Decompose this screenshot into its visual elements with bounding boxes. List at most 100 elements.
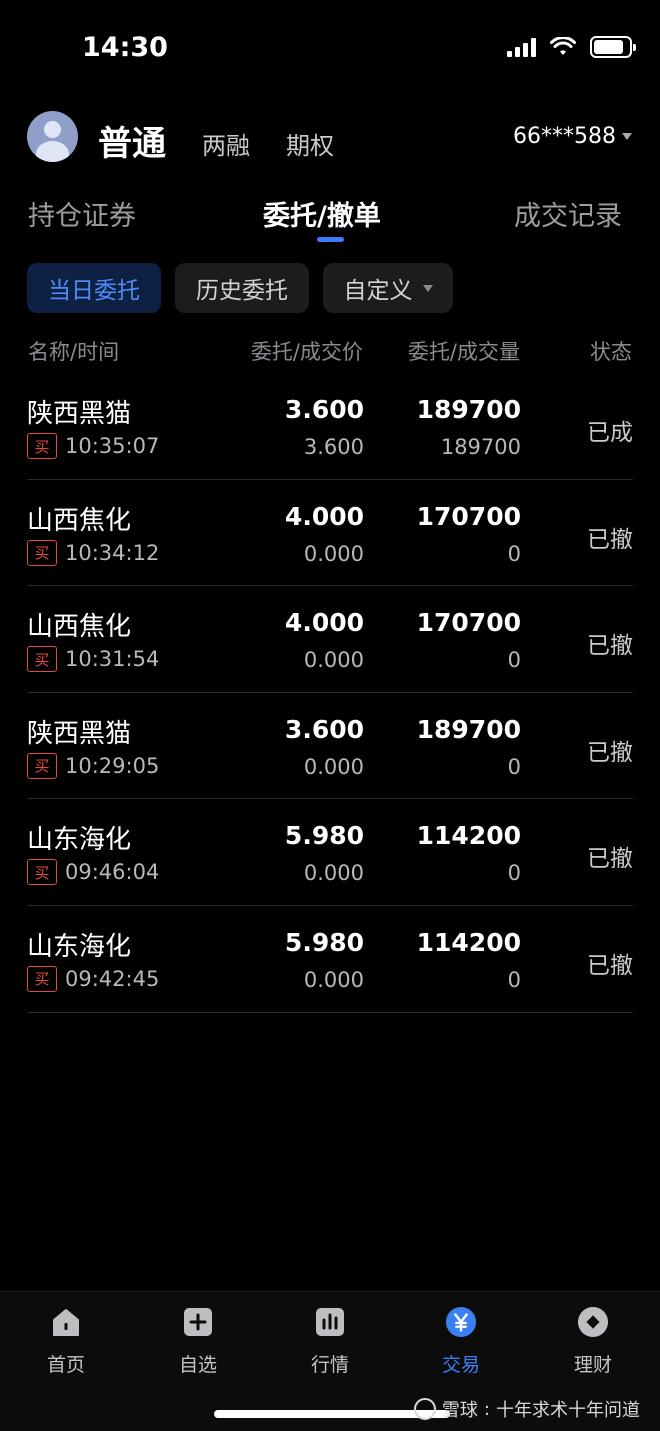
order-qty: 170700: [416, 501, 521, 531]
buy-badge: 买: [27, 646, 57, 673]
snowball-logo-icon: [413, 1398, 436, 1420]
order-qty: 189700: [416, 395, 521, 424]
deal-qty: 0: [507, 648, 521, 673]
status-icons: [507, 36, 636, 58]
order-price: 5.980: [284, 821, 364, 851]
account-number-selector[interactable]: 66***588: [513, 124, 632, 149]
column-price: 委托/成交价: [250, 340, 363, 364]
order-meta: 买 10:29:05: [27, 752, 159, 779]
deal-price: 0.000: [303, 541, 364, 566]
order-status: 已撤: [587, 846, 633, 873]
account-tab-normal[interactable]: 普通: [98, 116, 166, 165]
order-qty: 189700: [416, 714, 521, 744]
nav-market[interactable]: 行情: [290, 1306, 370, 1376]
order-price: 3.600: [284, 395, 364, 424]
account-tab-margin[interactable]: 两融: [202, 126, 250, 161]
tab-orders-cancel[interactable]: 委托/撤单: [263, 194, 381, 233]
order-row[interactable]: 陕西黑猫 买 10:35:07 3.600 3.600 189700 18970…: [27, 373, 633, 480]
deal-price: 0.000: [303, 861, 364, 886]
nav-home-label: 首页: [46, 1354, 85, 1376]
order-stock-name: 陕西黑猫: [27, 399, 132, 429]
status-time: 14:30: [82, 32, 168, 63]
battery-icon: [590, 36, 636, 58]
order-qty: 114200: [416, 927, 521, 957]
deal-qty: 0: [507, 861, 521, 886]
account-header: 普通 两融 期权 66***588: [0, 108, 660, 168]
nav-trade-label: 交易: [441, 1354, 480, 1376]
order-time: 10:31:54: [65, 647, 160, 672]
nav-wealth-label: 理财: [573, 1354, 612, 1376]
status-bar: 14:30: [0, 0, 660, 100]
tab-active-indicator: [317, 237, 344, 242]
order-status: 已撤: [587, 633, 633, 660]
nav-watchlist[interactable]: 自选: [158, 1306, 238, 1376]
deal-qty: 0: [507, 967, 521, 992]
buy-badge: 买: [27, 433, 57, 459]
column-qty: 委托/成交量: [407, 340, 520, 364]
order-price: 4.000: [284, 501, 364, 531]
filter-today-orders[interactable]: 当日委托: [27, 263, 161, 313]
order-time: 10:34:12: [65, 540, 160, 565]
filter-custom-label: 自定义: [343, 278, 413, 304]
order-stock-name: 陕西黑猫: [27, 718, 132, 749]
watermark-text: 十年求术十年问道: [496, 1400, 640, 1421]
deal-price: 0.000: [303, 967, 364, 992]
buy-badge: 买: [27, 965, 57, 992]
filter-custom[interactable]: 自定义: [323, 263, 453, 313]
wifi-icon: [550, 37, 576, 55]
tab-trade-records[interactable]: 成交记录: [514, 194, 622, 233]
order-meta: 买 10:31:54: [27, 646, 160, 673]
order-time: 09:42:45: [65, 966, 160, 991]
watermark-brand: 雪球: [441, 1400, 478, 1421]
deal-qty: 0: [507, 754, 521, 779]
order-meta: 买 09:42:45: [27, 965, 160, 992]
buy-badge: 买: [27, 752, 57, 779]
order-stock-name: 山东海化: [27, 825, 132, 856]
yuan-trade-icon: [445, 1306, 477, 1338]
order-stock-name: 山西焦化: [27, 505, 132, 536]
account-tab-options[interactable]: 期权: [286, 126, 334, 161]
tab-positions[interactable]: 持仓证券: [28, 194, 136, 233]
order-status: 已撤: [587, 526, 633, 553]
cellular-signal-icon: [507, 37, 536, 57]
order-price: 3.600: [284, 714, 364, 744]
deal-qty: 189700: [440, 435, 521, 459]
column-headers: 名称/时间 委托/成交价 委托/成交量 状态: [0, 336, 660, 368]
order-row[interactable]: 陕西黑猫 买 10:29:05 3.600 0.000 189700 0 已撤: [27, 693, 633, 800]
buy-badge: 买: [27, 859, 57, 886]
wealth-icon: [577, 1306, 609, 1338]
order-price: 4.000: [284, 608, 364, 638]
filter-history-orders[interactable]: 历史委托: [175, 263, 309, 313]
nav-home[interactable]: 首页: [26, 1306, 106, 1376]
order-row[interactable]: 山西焦化 买 10:31:54 4.000 0.000 170700 0 已撤: [27, 586, 633, 693]
order-meta: 买 10:34:12: [27, 539, 160, 566]
nav-market-label: 行情: [310, 1354, 349, 1376]
order-row[interactable]: 山东海化 买 09:42:45 5.980 0.000 114200 0 已撤: [27, 906, 633, 1013]
chevron-down-icon: [622, 133, 632, 140]
deal-qty: 0: [507, 541, 521, 566]
nav-wealth[interactable]: 理财: [553, 1306, 633, 1376]
order-status: 已撤: [587, 952, 633, 979]
order-price: 5.980: [284, 927, 364, 957]
deal-price: 3.600: [303, 435, 364, 459]
buy-badge: 买: [27, 539, 57, 566]
order-status: 已成: [587, 420, 633, 446]
order-meta: 买 09:46:04: [27, 859, 160, 886]
order-row[interactable]: 山西焦化 买 10:34:12 4.000 0.000 170700 0 已撤: [27, 480, 633, 587]
deal-price: 0.000: [303, 648, 364, 673]
home-icon: [50, 1306, 82, 1338]
order-list: 陕西黑猫 买 10:35:07 3.600 3.600 189700 18970…: [0, 373, 660, 1013]
order-row[interactable]: 山东海化 买 09:46:04 5.980 0.000 114200 0 已撤: [27, 799, 633, 906]
deal-price: 0.000: [303, 754, 364, 779]
watermark-separator: :: [483, 1398, 490, 1420]
order-time: 09:46:04: [65, 860, 160, 885]
order-qty: 114200: [416, 821, 521, 851]
order-qty: 170700: [416, 608, 521, 638]
avatar[interactable]: [27, 111, 78, 162]
watermark: 雪球 : 十年求术十年问道: [413, 1396, 640, 1422]
nav-trade[interactable]: 交易: [421, 1306, 501, 1376]
account-number: 66***588: [513, 124, 616, 149]
order-meta: 买 10:35:07: [27, 433, 159, 459]
order-status: 已撤: [587, 739, 633, 766]
order-stock-name: 山东海化: [27, 931, 132, 962]
